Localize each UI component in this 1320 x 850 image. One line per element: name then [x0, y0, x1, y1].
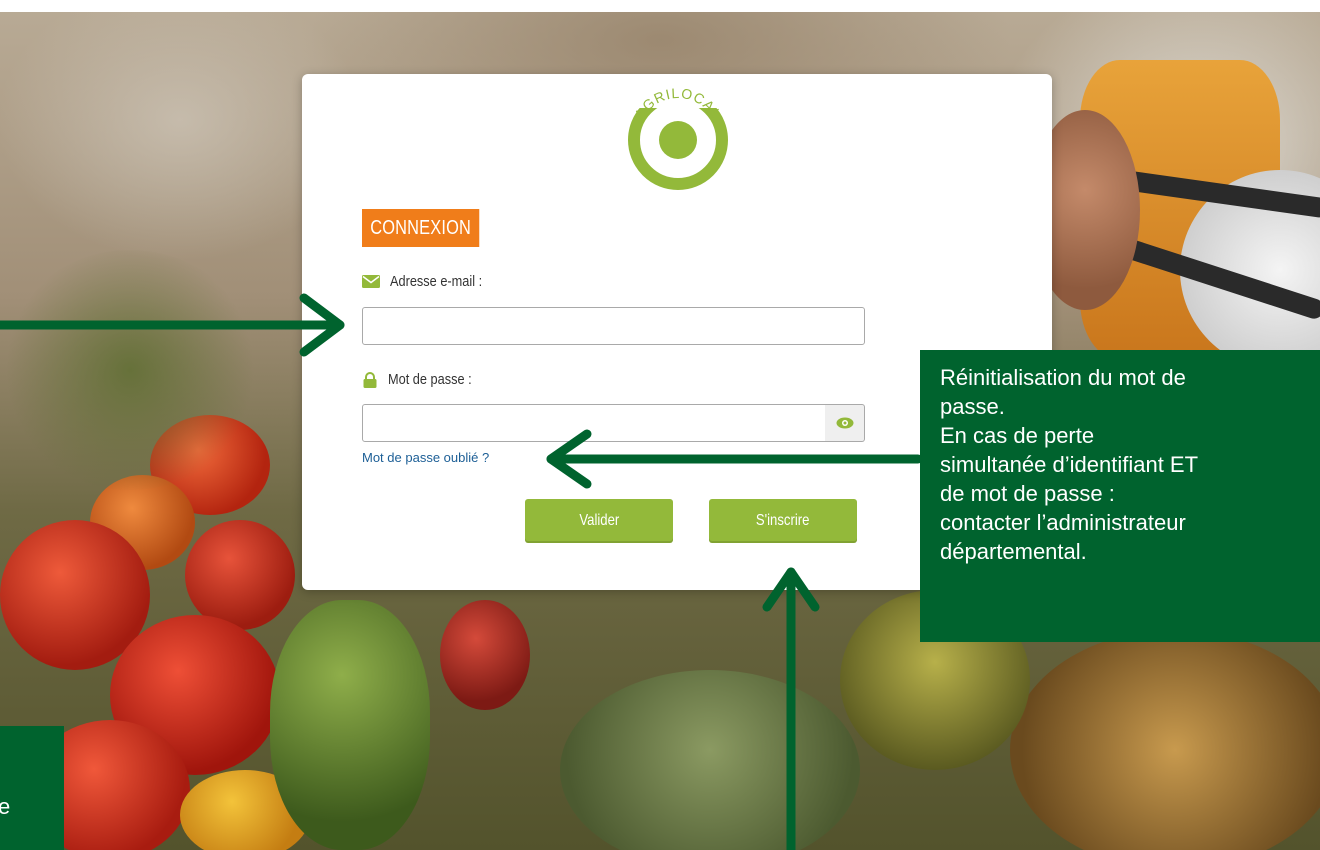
- tomato-decoration: [440, 600, 530, 710]
- lock-icon: [363, 371, 377, 388]
- callout-line: départemental.: [940, 539, 1087, 564]
- chickpeas-decoration: [1010, 630, 1320, 850]
- submit-button-label: Valider: [579, 512, 619, 529]
- forgot-password-link[interactable]: Mot de passe oublié ?: [362, 450, 489, 465]
- submit-button[interactable]: Valider: [525, 499, 673, 543]
- toggle-password-button[interactable]: [825, 404, 865, 442]
- register-button-label: S'inscrire: [756, 512, 810, 529]
- email-label-text: Adresse e-mail :: [390, 273, 483, 290]
- password-label-text: Mot de passe :: [388, 371, 472, 388]
- broccoli-decoration: [560, 670, 860, 850]
- leaves-decoration: [0, 250, 260, 490]
- email-label: Adresse e-mail :: [362, 273, 498, 290]
- email-input[interactable]: [362, 307, 865, 345]
- callout-line: En cas de perte: [940, 423, 1095, 448]
- agrilocal-logo: AGRILOCAL RÉSEAU NATIONAL: [628, 85, 728, 190]
- password-input[interactable]: [362, 404, 826, 442]
- envelope-icon: [362, 275, 380, 288]
- pepper-decoration: [270, 600, 430, 850]
- password-label: Mot de passe :: [362, 371, 486, 388]
- top-border: [0, 0, 1320, 12]
- login-title: CONNEXION: [362, 209, 480, 247]
- left-callout-fragment: e: [0, 726, 64, 850]
- callout-line: de mot de passe :: [940, 481, 1115, 506]
- callout-line: simultanée d’identifiant ET: [940, 452, 1199, 477]
- tomato-decoration: [185, 520, 295, 630]
- callout-line: Réinitialisation du mot de: [940, 365, 1186, 390]
- eye-icon: [836, 417, 853, 429]
- callout-line: contacter l’administrateur: [940, 510, 1186, 535]
- left-callout-text: e: [0, 794, 11, 819]
- callout-line: passe.: [940, 394, 1005, 419]
- password-reset-callout: Réinitialisation du mot de passe. En cas…: [920, 350, 1320, 642]
- register-button[interactable]: S'inscrire: [709, 499, 857, 543]
